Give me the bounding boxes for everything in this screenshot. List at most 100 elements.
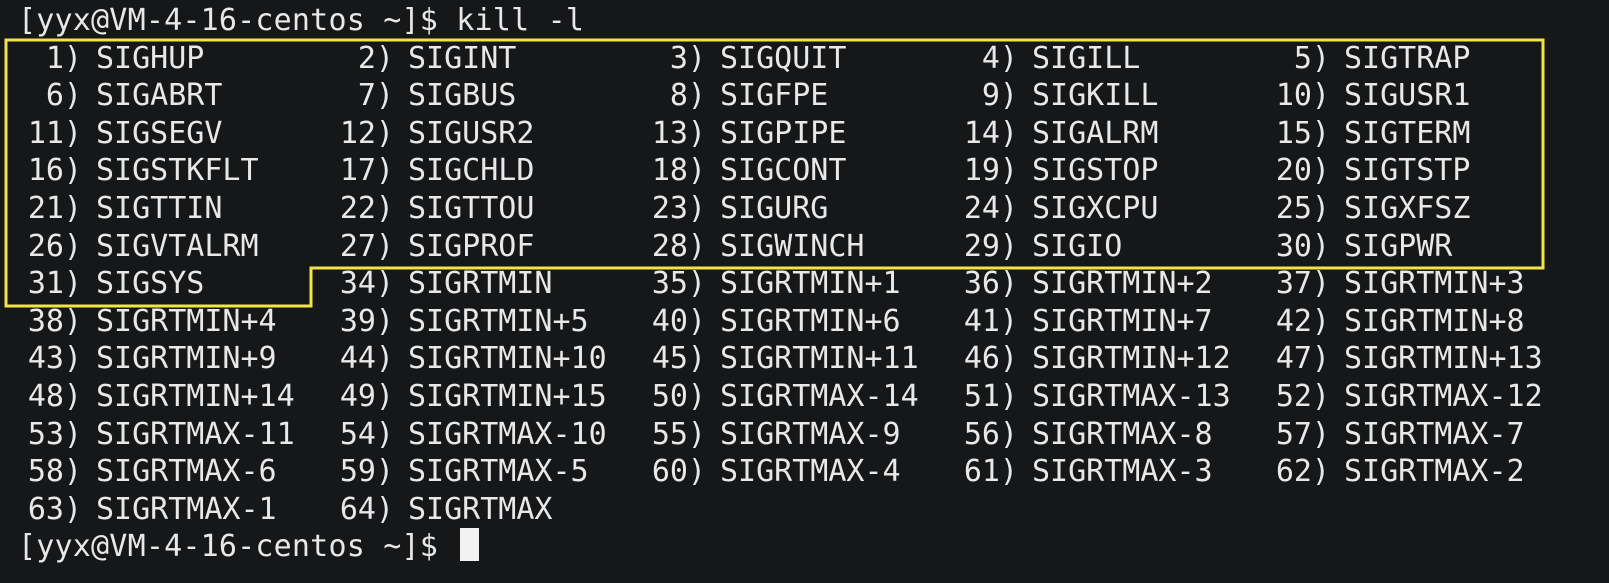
signal-name: SIGWINCH bbox=[720, 228, 865, 264]
prompt-line[interactable]: [yyx@VM-4-16-centos ~]$ bbox=[18, 528, 1609, 566]
signal-name: SIGURG bbox=[720, 190, 829, 226]
signal-number: 53) bbox=[27, 416, 82, 452]
signal-name: SIGXCPU bbox=[1032, 190, 1159, 226]
signal-entry: 21) SIGTTIN bbox=[18, 190, 330, 228]
signal-entry: 19) SIGSTOP bbox=[954, 152, 1266, 190]
signal-entry: 58) SIGRTMAX-6 bbox=[18, 453, 330, 491]
signal-number: 14) bbox=[963, 115, 1018, 151]
signal-entry: 16) SIGSTKFLT bbox=[18, 152, 330, 190]
signal-name: SIGRTMAX-6 bbox=[96, 454, 277, 490]
signal-row: 21) SIGTTIN 22) SIGTTOU 23) SIGURG 24) SIGXCPU 2… bbox=[18, 190, 1609, 228]
signal-entry: 48) SIGRTMIN+14 bbox=[18, 378, 330, 416]
signal-number: 8) bbox=[651, 78, 706, 114]
signal-name: SIGRTMAX-2 bbox=[1344, 454, 1525, 490]
signal-number: 57) bbox=[1275, 416, 1330, 452]
signal-row: 58) SIGRTMAX-6 59) SIGRTMAX-5 60) SIGRTMAX-4 6… bbox=[18, 453, 1609, 491]
signal-entry: 2) SIGINT bbox=[330, 40, 642, 78]
signal-number: 29) bbox=[963, 228, 1018, 264]
signal-number: 2) bbox=[339, 40, 394, 76]
signal-entry: 56) SIGRTMAX-8 bbox=[954, 416, 1266, 454]
command-text: kill -l bbox=[456, 3, 585, 38]
signal-entry: 61) SIGRTMAX-3 bbox=[954, 453, 1266, 491]
signal-entry: 30) SIGPWR bbox=[1266, 228, 1578, 266]
signal-number: 7) bbox=[339, 78, 394, 114]
signal-name: SIGRTMIN+9 bbox=[96, 341, 277, 377]
signal-number: 12) bbox=[339, 115, 394, 151]
signal-entry: 8) SIGFPE bbox=[642, 77, 954, 115]
signal-entry: 40) SIGRTMIN+6 bbox=[642, 303, 954, 341]
signal-number: 25) bbox=[1275, 190, 1330, 226]
signal-name: SIGRTMIN+6 bbox=[720, 303, 901, 339]
signal-name: SIGHUP bbox=[96, 40, 205, 76]
signal-entry: 18) SIGCONT bbox=[642, 152, 954, 190]
signal-entry: 44) SIGRTMIN+10 bbox=[330, 340, 642, 378]
signal-number: 37) bbox=[1275, 266, 1330, 302]
signal-number: 30) bbox=[1275, 228, 1330, 264]
signal-number: 52) bbox=[1275, 378, 1330, 414]
signal-number: 54) bbox=[339, 416, 394, 452]
signal-row: 11) SIGSEGV 12) SIGUSR2 13) SIGPIPE 14) SIGALRM… bbox=[18, 115, 1609, 153]
signal-entry: 47) SIGRTMIN+13 bbox=[1266, 340, 1578, 378]
signal-name: SIGXFSZ bbox=[1344, 190, 1471, 226]
text-cursor bbox=[460, 528, 480, 562]
signal-row: 16) SIGSTKFLT 17) SIGCHLD 18) SIGCONT 19) SIGST… bbox=[18, 152, 1609, 190]
signal-entry: 1) SIGHUP bbox=[18, 40, 330, 78]
signal-number: 19) bbox=[963, 153, 1018, 189]
signal-entry: 54) SIGRTMAX-10 bbox=[330, 416, 642, 454]
signal-name: SIGIO bbox=[1032, 228, 1123, 264]
signal-name: SIGRTMIN+7 bbox=[1032, 303, 1213, 339]
signal-name: SIGALRM bbox=[1032, 115, 1159, 151]
signal-number: 59) bbox=[339, 454, 394, 490]
signal-name: SIGRTMIN+1 bbox=[720, 266, 901, 302]
signal-name: SIGSYS bbox=[96, 266, 205, 302]
signal-name: SIGRTMAX-13 bbox=[1032, 378, 1231, 414]
signal-entry: 12) SIGUSR2 bbox=[330, 115, 642, 153]
signal-row: 26) SIGVTALRM 27) SIGPROF 28) SIGWINCH 29) SIGI… bbox=[18, 228, 1609, 266]
signal-entry: 46) SIGRTMIN+12 bbox=[954, 340, 1266, 378]
signal-name: SIGCHLD bbox=[408, 153, 535, 189]
signal-name: SIGINT bbox=[408, 40, 517, 76]
signal-entry: 57) SIGRTMAX-7 bbox=[1266, 416, 1578, 454]
signal-name: SIGRTMAX-14 bbox=[720, 378, 919, 414]
signal-name: SIGTERM bbox=[1344, 115, 1471, 151]
terminal-window[interactable]: [yyx@VM-4-16-centos ~]$ kill -l 1) SIGHUP… bbox=[0, 0, 1609, 583]
signal-name: SIGKILL bbox=[1032, 78, 1159, 114]
signal-number: 60) bbox=[651, 454, 706, 490]
signal-entry: 3) SIGQUIT bbox=[642, 40, 954, 78]
signal-number: 43) bbox=[27, 341, 82, 377]
signal-name: SIGRTMAX-7 bbox=[1344, 416, 1525, 452]
signal-name: SIGTSTP bbox=[1344, 153, 1471, 189]
signal-entry: 35) SIGRTMIN+1 bbox=[642, 265, 954, 303]
signal-number: 38) bbox=[27, 303, 82, 339]
signal-entry: 62) SIGRTMAX-2 bbox=[1266, 453, 1578, 491]
prompt: [yyx@VM-4-16-centos ~]$ bbox=[18, 529, 457, 565]
signal-entry: 43) SIGRTMIN+9 bbox=[18, 340, 330, 378]
signal-entry: 63) SIGRTMAX-1 bbox=[18, 491, 330, 529]
signal-entry: 64) SIGRTMAX bbox=[330, 491, 642, 529]
signal-entry: 14) SIGALRM bbox=[954, 115, 1266, 153]
signal-number: 24) bbox=[963, 190, 1018, 226]
signal-name: SIGCONT bbox=[720, 153, 847, 189]
signal-number: 15) bbox=[1275, 115, 1330, 151]
signal-number: 44) bbox=[339, 341, 394, 377]
signal-name: SIGSTOP bbox=[1032, 153, 1159, 189]
signal-name: SIGRTMIN+13 bbox=[1344, 341, 1543, 377]
signal-entry: 59) SIGRTMAX-5 bbox=[330, 453, 642, 491]
signal-name: SIGRTMAX bbox=[408, 491, 553, 527]
signal-row: 6) SIGABRT 7) SIGBUS 8) SIGFPE 9) SIGKILL 10)… bbox=[18, 77, 1609, 115]
signal-name: SIGSTKFLT bbox=[96, 153, 259, 189]
signal-number: 36) bbox=[963, 266, 1018, 302]
signal-entry: 20) SIGTSTP bbox=[1266, 152, 1578, 190]
signal-name: SIGRTMAX-5 bbox=[408, 454, 589, 490]
signal-entry: 22) SIGTTOU bbox=[330, 190, 642, 228]
signal-name: SIGRTMIN+15 bbox=[408, 378, 607, 414]
signal-name: SIGRTMIN+11 bbox=[720, 341, 919, 377]
signal-entry: 52) SIGRTMAX-12 bbox=[1266, 378, 1578, 416]
signal-name: SIGRTMIN+5 bbox=[408, 303, 589, 339]
signal-number: 50) bbox=[651, 378, 706, 414]
signal-number: 1) bbox=[27, 40, 82, 76]
signal-entry: 38) SIGRTMIN+4 bbox=[18, 303, 330, 341]
signal-name: SIGRTMIN+3 bbox=[1344, 266, 1525, 302]
signal-number: 58) bbox=[27, 454, 82, 490]
signal-number: 3) bbox=[651, 40, 706, 76]
